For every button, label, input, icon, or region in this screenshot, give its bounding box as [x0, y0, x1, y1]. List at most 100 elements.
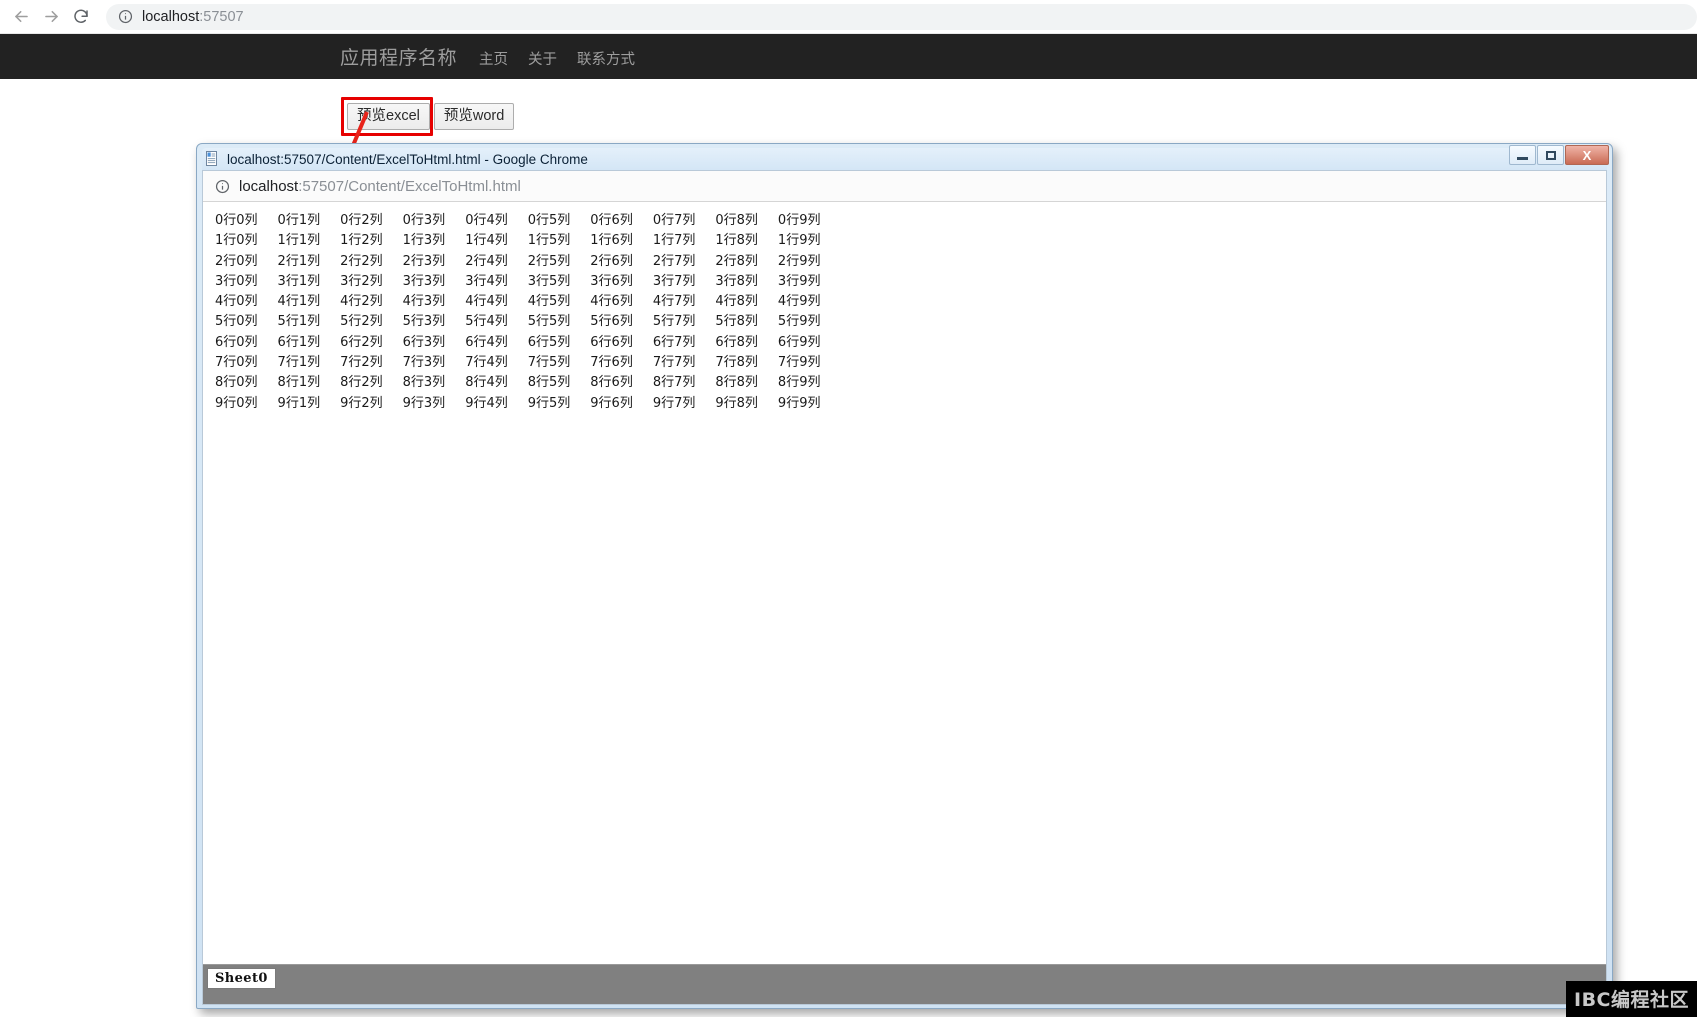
popup-address-host: localhost [239, 177, 299, 195]
preview-excel-button[interactable]: 预览excel [347, 103, 430, 130]
table-cell: 6行6列 [590, 334, 633, 350]
table-cell: 6行4列 [465, 334, 508, 350]
minimize-icon[interactable] [1509, 145, 1536, 165]
table-cell: 5行1列 [277, 314, 321, 330]
table-cell: 0行0列 [215, 213, 258, 228]
info-circle-icon [118, 9, 133, 24]
excel-preview-content: 0行0列 0行1列 0行2列 0行3列 0行4列 0行5列 0行6列 0行7列 0行8列 0行9列… [203, 202, 1606, 964]
table-cell: 7行2列 [340, 355, 383, 371]
table-cell: 7行6列 [590, 355, 633, 371]
table-cell: 0行5列 [527, 213, 571, 228]
table-cell: 0行4列 [465, 213, 508, 228]
address-bar-host: localhost [142, 8, 200, 25]
address-bar[interactable]: localhost:57507 [106, 3, 1697, 30]
table-cell: 4行0列 [215, 294, 258, 310]
table-cell: 9行9列 [777, 395, 821, 411]
close-icon[interactable]: X [1565, 145, 1609, 165]
table-cell: 3行2列 [340, 273, 383, 289]
site-navbar: 应用程序名称 主页 关于 联系方式 [0, 34, 1697, 79]
table-cell: 3行7列 [652, 273, 696, 289]
popup-browser-chrome: localhost:57507/Content/ExcelToHtml.html… [202, 170, 1607, 1005]
table-cell: 4行2列 [340, 294, 383, 310]
table-cell: 6行5列 [527, 334, 571, 350]
table-cell: 4行5列 [527, 294, 571, 310]
table-cell: 0行6列 [590, 213, 633, 228]
sheet-tab-sheet0[interactable]: Sheet0 [207, 968, 276, 989]
table-cell: 9行5列 [527, 395, 571, 411]
table-cell: 2行5列 [527, 253, 571, 269]
table-cell: 4行6列 [590, 294, 633, 310]
table-cell: 0行2列 [340, 213, 383, 228]
table-cell: 1行0列 [215, 233, 258, 249]
popup-window-title: localhost:57507/Content/ExcelToHtml.html… [227, 151, 588, 167]
preview-button-row: 预览excel 预览word [347, 103, 515, 130]
forward-icon[interactable] [36, 2, 66, 32]
table-cell: 3行9列 [777, 273, 821, 289]
table-cell: 1行6列 [590, 233, 633, 249]
address-bar-path: :57507 [199, 8, 244, 25]
table-cell: 8行2列 [340, 375, 383, 391]
popup-browser-window: localhost:57507/Content/ExcelToHtml.html… [196, 143, 1613, 1009]
table-cell: 2行8列 [715, 253, 758, 269]
table-cell: 4行1列 [277, 294, 321, 310]
table-cell: 8行0列 [215, 375, 258, 391]
table-row: 8行0列 8行1列 8行2列 8行3列 8行4列 8行5列 8行6列 8行7列 8行8列 8行9列 [213, 373, 838, 393]
table-cell: 2行9列 [777, 253, 821, 269]
table-cell: 1行9列 [777, 233, 821, 249]
table-cell: 5行3列 [402, 314, 446, 330]
table-row: 9行0列 9行1列 9行2列 9行3列 9行4列 9行5列 9行6列 9行7列 9行8列 9行9列 [213, 394, 838, 414]
table-cell: 3行8列 [715, 273, 758, 289]
table-cell: 9行4列 [465, 395, 508, 411]
table-cell: 6行9列 [777, 334, 821, 350]
table-cell: 5行4列 [465, 314, 508, 330]
table-cell: 8行9列 [777, 375, 821, 391]
table-cell: 3行0列 [215, 273, 258, 289]
table-cell: 1行2列 [340, 233, 383, 249]
back-icon[interactable] [6, 2, 36, 32]
reload-icon[interactable] [66, 2, 96, 32]
table-cell: 3行3列 [402, 273, 446, 289]
table-cell: 8行1列 [277, 375, 321, 391]
navbar-inner: 应用程序名称 主页 关于 联系方式 [340, 43, 655, 70]
table-cell: 9行3列 [402, 395, 446, 411]
table-cell: 4行7列 [652, 294, 696, 310]
popup-address-path: :57507/Content/ExcelToHtml.html [298, 177, 521, 195]
table-cell: 2行3列 [402, 253, 446, 269]
brand-title[interactable]: 应用程序名称 [340, 43, 457, 70]
table-cell: 2行6列 [590, 253, 633, 269]
maximize-icon[interactable] [1537, 145, 1564, 165]
nav-link-about[interactable]: 关于 [528, 48, 557, 69]
table-cell: 2行2列 [340, 253, 383, 269]
table-cell: 7行3列 [402, 355, 446, 371]
popup-address-bar[interactable]: localhost:57507/Content/ExcelToHtml.html [203, 171, 1606, 202]
table-row: 0行0列 0行1列 0行2列 0行3列 0行4列 0行5列 0行6列 0行7列 0行8列 0行9列 [213, 211, 838, 231]
table-cell: 3行6列 [590, 273, 633, 289]
table-cell: 5行7列 [652, 314, 696, 330]
table-cell: 3行1列 [277, 273, 321, 289]
table-cell: 6行1列 [277, 334, 321, 350]
table-cell: 9行6列 [590, 395, 633, 411]
table-cell: 1行1列 [277, 233, 321, 249]
table-cell: 4行4列 [465, 294, 508, 310]
table-cell: 4行9列 [777, 294, 821, 310]
table-row: 5行0列 5行1列 5行2列 5行3列 5行4列 5行5列 5行6列 5行7列 5行8列 5行9列 [213, 312, 838, 332]
table-cell: 8行6列 [590, 375, 633, 391]
table-cell: 4行3列 [402, 294, 446, 310]
table-cell: 3行4列 [465, 273, 508, 289]
nav-link-contact[interactable]: 联系方式 [577, 48, 635, 69]
table-cell: 5行5列 [527, 314, 571, 330]
sheet-tab-strip: Sheet0 [203, 964, 1606, 1004]
popup-titlebar[interactable]: localhost:57507/Content/ExcelToHtml.html… [202, 145, 1609, 170]
table-cell: 5行9列 [777, 314, 821, 330]
table-cell: 3行5列 [527, 273, 571, 289]
preview-word-button[interactable]: 预览word [433, 103, 515, 130]
table-cell: 0行3列 [402, 213, 446, 228]
table-row: 4行0列 4行1列 4行2列 4行3列 4行4列 4行5列 4行6列 4行7列 4行8列 4行9列 [213, 292, 838, 312]
table-cell: 9行1列 [277, 395, 321, 411]
nav-link-home[interactable]: 主页 [479, 48, 508, 69]
table-row: 6行0列 6行1列 6行2列 6行3列 6行4列 6行5列 6行6列 6行7列 6行8列 6行9列 [213, 333, 838, 353]
watermark-label: IBC编程社区 [1566, 981, 1697, 1017]
table-cell: 7行5列 [527, 355, 571, 371]
table-cell: 8行7列 [652, 375, 696, 391]
table-cell: 0行9列 [777, 213, 821, 228]
